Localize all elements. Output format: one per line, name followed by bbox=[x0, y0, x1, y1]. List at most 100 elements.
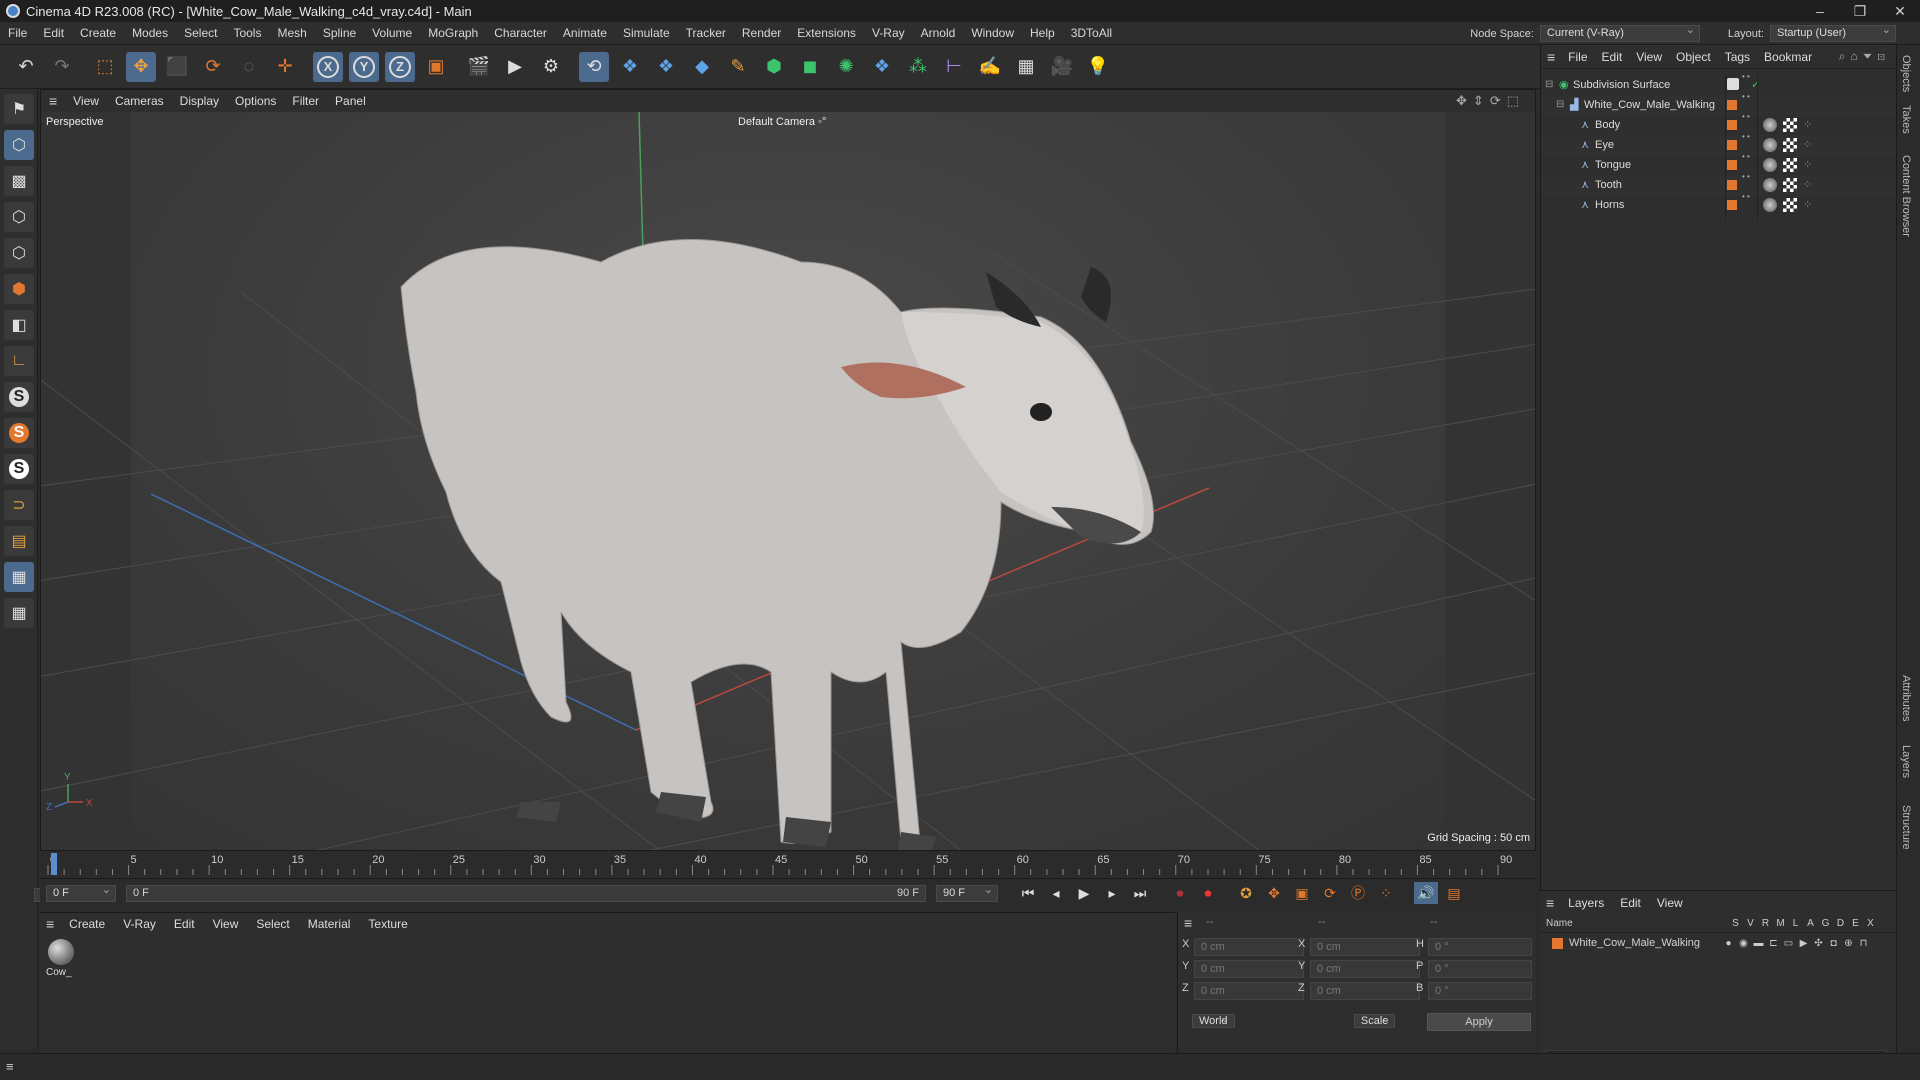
layer-toggle-icon[interactable]: ◘ bbox=[1826, 938, 1841, 949]
node-space-select[interactable]: Current (V-Ray) bbox=[1539, 23, 1700, 42]
axis-mode-icon[interactable]: ∟ bbox=[4, 346, 34, 376]
layout-select[interactable]: Startup (User) bbox=[1770, 23, 1896, 42]
layer-column-header[interactable]: V bbox=[1743, 918, 1758, 929]
coord-size-field[interactable]: 0 cm bbox=[1310, 938, 1420, 956]
layer-toggle-icon[interactable]: ⊕ bbox=[1841, 938, 1856, 949]
material-item[interactable]: Cow_ bbox=[46, 939, 80, 978]
motion-sound-icon[interactable]: 🔊 bbox=[1414, 882, 1438, 904]
menu-item[interactable]: Extensions bbox=[789, 22, 864, 45]
material-tag-icon[interactable] bbox=[1763, 138, 1777, 152]
uvw-tag-icon[interactable] bbox=[1783, 178, 1797, 192]
layer-toggle-icon[interactable]: ● bbox=[1721, 938, 1736, 949]
visibility-dots-icon[interactable]: • • bbox=[1742, 193, 1750, 201]
side-tab[interactable]: Takes bbox=[1900, 105, 1912, 134]
viewport-menu-item[interactable]: Panel bbox=[327, 90, 374, 112]
layer-column-header[interactable]: L bbox=[1788, 918, 1803, 929]
y-axis-lock-icon[interactable]: Y bbox=[349, 51, 379, 82]
object-row[interactable]: ⋏ Horns • • ⁘ bbox=[1541, 193, 1897, 215]
side-tab[interactable]: Attributes bbox=[1900, 675, 1912, 721]
viewport-menu-item[interactable]: Display bbox=[172, 90, 227, 112]
apply-button[interactable]: Apply bbox=[1427, 1013, 1531, 1031]
menu-item[interactable]: Edit bbox=[35, 22, 72, 45]
material-menu-item[interactable]: Create bbox=[60, 913, 114, 935]
menu-item[interactable]: Volume bbox=[364, 22, 420, 45]
vray-tag-icon[interactable]: ⁘ bbox=[1803, 155, 1812, 175]
layer-color-icon[interactable] bbox=[1727, 140, 1737, 150]
object-menu-item[interactable]: File bbox=[1561, 45, 1594, 69]
redo-icon[interactable]: ↷ bbox=[47, 52, 77, 82]
material-tag-icon[interactable] bbox=[1763, 198, 1777, 212]
layer-column-header[interactable]: G bbox=[1818, 918, 1833, 929]
viewport-menu-item[interactable]: Filter bbox=[284, 90, 327, 112]
menu-item[interactable]: Help bbox=[1022, 22, 1063, 45]
polygon-mode-icon[interactable]: ⬢ bbox=[4, 274, 34, 304]
viewport-nav-icons[interactable]: ✥⇕⟳⬚ bbox=[1456, 93, 1525, 109]
vray-tag-icon[interactable]: ⁘ bbox=[1803, 195, 1812, 215]
menu-item[interactable]: MoGraph bbox=[420, 22, 486, 45]
material-tag-icon[interactable] bbox=[1763, 178, 1777, 192]
layer-color-icon[interactable] bbox=[1727, 120, 1737, 130]
material-menu-item[interactable]: V-Ray bbox=[114, 913, 165, 935]
coord-hamburger-icon[interactable]: ≡ bbox=[1184, 915, 1192, 931]
layer-toggle-icon[interactable]: ▶ bbox=[1796, 938, 1811, 949]
layer-color-swatch[interactable] bbox=[1552, 937, 1563, 949]
key-scale-icon[interactable]: ▣ bbox=[1290, 882, 1314, 904]
object-row[interactable]: ⋏ Tooth • • ⁘ bbox=[1541, 173, 1897, 195]
3d-viewport[interactable]: Y X Z Perspective Default Camera ◦° Grid… bbox=[41, 112, 1535, 850]
material-menu-item[interactable]: Edit bbox=[165, 913, 204, 935]
object-row[interactable]: ⋏ Body • • ⁘ bbox=[1541, 113, 1897, 135]
menu-item[interactable]: Arnold bbox=[913, 22, 964, 45]
side-tab[interactable]: Content Browser bbox=[1900, 155, 1912, 237]
range-slider[interactable]: 0 F 90 F bbox=[126, 884, 926, 902]
select-circle-icon[interactable]: ◌ bbox=[234, 52, 264, 82]
grid-icon[interactable]: ▦ bbox=[4, 562, 34, 592]
restore-button[interactable]: ❐ bbox=[1840, 0, 1880, 22]
uvw-tag-icon[interactable] bbox=[1783, 118, 1797, 132]
visibility-dots-icon[interactable]: • • bbox=[1742, 133, 1750, 141]
layer-toggle-icon[interactable]: ▭ bbox=[1781, 938, 1796, 949]
visibility-dots-icon[interactable]: • • bbox=[1742, 153, 1750, 161]
viewport-menu-item[interactable]: Options bbox=[227, 90, 284, 112]
sculpt-icon[interactable]: ✍ bbox=[975, 52, 1005, 82]
object-search-icons[interactable]: ⌕⌂⏷⊡ bbox=[1839, 49, 1890, 64]
menu-item[interactable]: Modes bbox=[124, 22, 176, 45]
key-param-icon[interactable]: Ⓟ bbox=[1346, 882, 1370, 904]
menu-item[interactable]: Tools bbox=[225, 22, 269, 45]
python-icon[interactable]: ❖ bbox=[615, 52, 645, 82]
side-tab[interactable]: Layers bbox=[1900, 745, 1912, 778]
object-row[interactable]: ⊟ ◉ Subdivision Surface • • ✓ bbox=[1541, 73, 1897, 95]
render-settings-icon[interactable]: ⚙ bbox=[536, 52, 566, 82]
deformer-icon[interactable]: ⊢ bbox=[939, 52, 969, 82]
render-view-icon[interactable]: ▶ bbox=[500, 52, 530, 82]
layer-column-header[interactable]: R bbox=[1758, 918, 1773, 929]
expand-toggle-icon[interactable]: ⊟ bbox=[1545, 75, 1553, 95]
object-menu-item[interactable]: View bbox=[1629, 45, 1669, 69]
go-to-start-icon[interactable]: ⏮ bbox=[1016, 882, 1040, 904]
x-axis-lock-icon[interactable]: X bbox=[313, 51, 343, 82]
key-move-icon[interactable]: ✥ bbox=[1262, 882, 1286, 904]
layer-toggle-icon[interactable]: ⊏ bbox=[1766, 938, 1781, 949]
coord-pos-field[interactable]: 0 cm bbox=[1194, 938, 1304, 956]
coord-rot-field[interactable]: 0 ° bbox=[1428, 960, 1532, 978]
live-selection-icon[interactable]: ⬚ bbox=[90, 52, 120, 82]
layer-color-icon[interactable] bbox=[1727, 200, 1737, 210]
object-row[interactable]: ⋏ Tongue • • ⁘ bbox=[1541, 153, 1897, 175]
object-menu-item[interactable]: Bookmar bbox=[1757, 45, 1819, 69]
light-icon[interactable]: 💡 bbox=[1083, 52, 1113, 82]
material-hamburger-icon[interactable]: ≡ bbox=[46, 916, 54, 932]
minimize-button[interactable]: – bbox=[1800, 0, 1840, 22]
camera-icon[interactable]: 🎥 bbox=[1047, 52, 1077, 82]
extrude-icon[interactable]: ◼ bbox=[795, 52, 825, 82]
timeline-window-icon[interactable]: ▤ bbox=[1442, 882, 1466, 904]
menu-item[interactable]: Tracker bbox=[678, 22, 734, 45]
point-mode-icon[interactable]: ⬡ bbox=[4, 202, 34, 232]
coord-rot-field[interactable]: 0 ° bbox=[1428, 938, 1532, 956]
snap-3-icon[interactable]: S bbox=[4, 454, 34, 484]
camera-label-area[interactable]: Default Camera ◦° bbox=[738, 116, 826, 128]
model-mode-icon[interactable]: ⬡ bbox=[4, 130, 34, 160]
key-pla-icon[interactable]: ⁘ bbox=[1374, 882, 1398, 904]
object-hamburger-icon[interactable]: ≡ bbox=[1547, 49, 1555, 65]
layer-column-header[interactable]: A bbox=[1803, 918, 1818, 929]
material-menu-item[interactable]: View bbox=[204, 913, 248, 935]
python-2-icon[interactable]: ❖ bbox=[651, 52, 681, 82]
